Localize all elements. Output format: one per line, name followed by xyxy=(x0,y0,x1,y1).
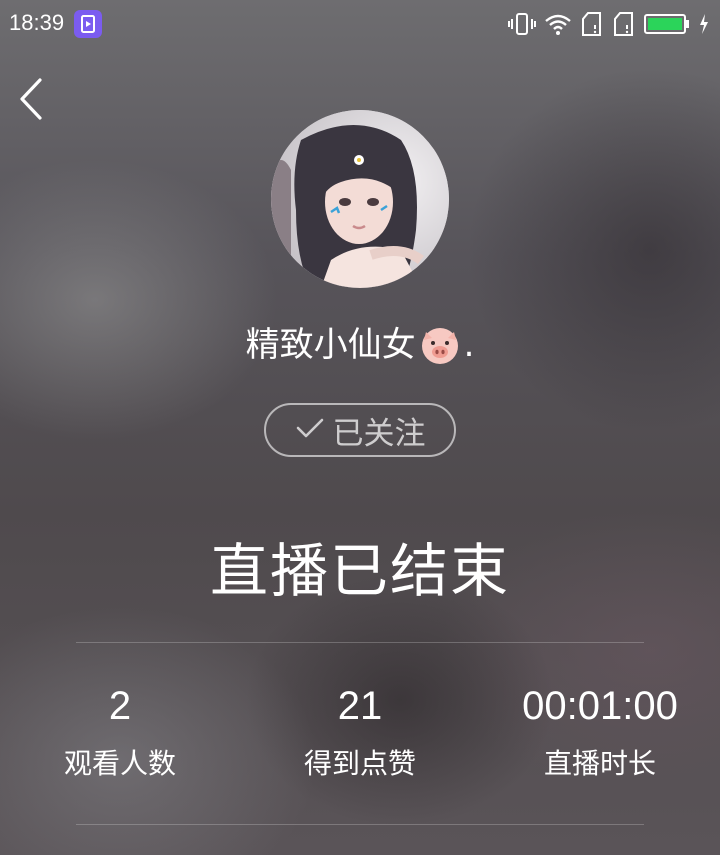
sim-card-icon xyxy=(612,11,636,37)
stat-likes-value: 21 xyxy=(337,684,383,728)
nickname-text: 精致小仙女 xyxy=(245,325,416,365)
stat-likes: 21 得到点赞 xyxy=(240,680,480,784)
status-time: 18:39 xyxy=(9,10,65,35)
wifi-icon xyxy=(544,12,572,36)
nickname-suffix: . xyxy=(463,325,475,365)
vibrate-icon xyxy=(508,12,536,36)
sim-card-icon xyxy=(580,11,604,37)
status-bar: 18:39 xyxy=(0,0,720,48)
streamer-nickname: 精致小仙女 . xyxy=(0,320,720,372)
stat-duration-label: 直播时长 xyxy=(543,747,656,780)
live-ended-title: 直播已结束 xyxy=(209,537,510,605)
stat-viewers-value: 2 xyxy=(108,684,132,728)
divider xyxy=(76,642,644,643)
avatar[interactable] xyxy=(271,110,449,288)
checkmark-icon xyxy=(295,412,325,448)
stat-duration: 00:01:00 直播时长 xyxy=(480,680,720,784)
divider xyxy=(76,824,644,825)
pig-face-icon xyxy=(418,322,462,366)
stat-duration-value: 00:01:00 xyxy=(522,684,678,728)
chevron-left-icon xyxy=(14,78,54,128)
charging-icon xyxy=(698,13,710,35)
app-notification-icon xyxy=(74,10,102,38)
back-button[interactable] xyxy=(14,74,54,124)
status-icons xyxy=(508,10,710,38)
follow-label: 已关注 xyxy=(332,415,426,452)
stat-likes-label: 得到点赞 xyxy=(303,747,416,780)
battery-icon xyxy=(644,13,690,35)
stat-viewers: 2 观看人数 xyxy=(0,680,240,784)
stat-viewers-label: 观看人数 xyxy=(63,747,176,780)
follow-button[interactable]: 已关注 xyxy=(264,403,456,457)
